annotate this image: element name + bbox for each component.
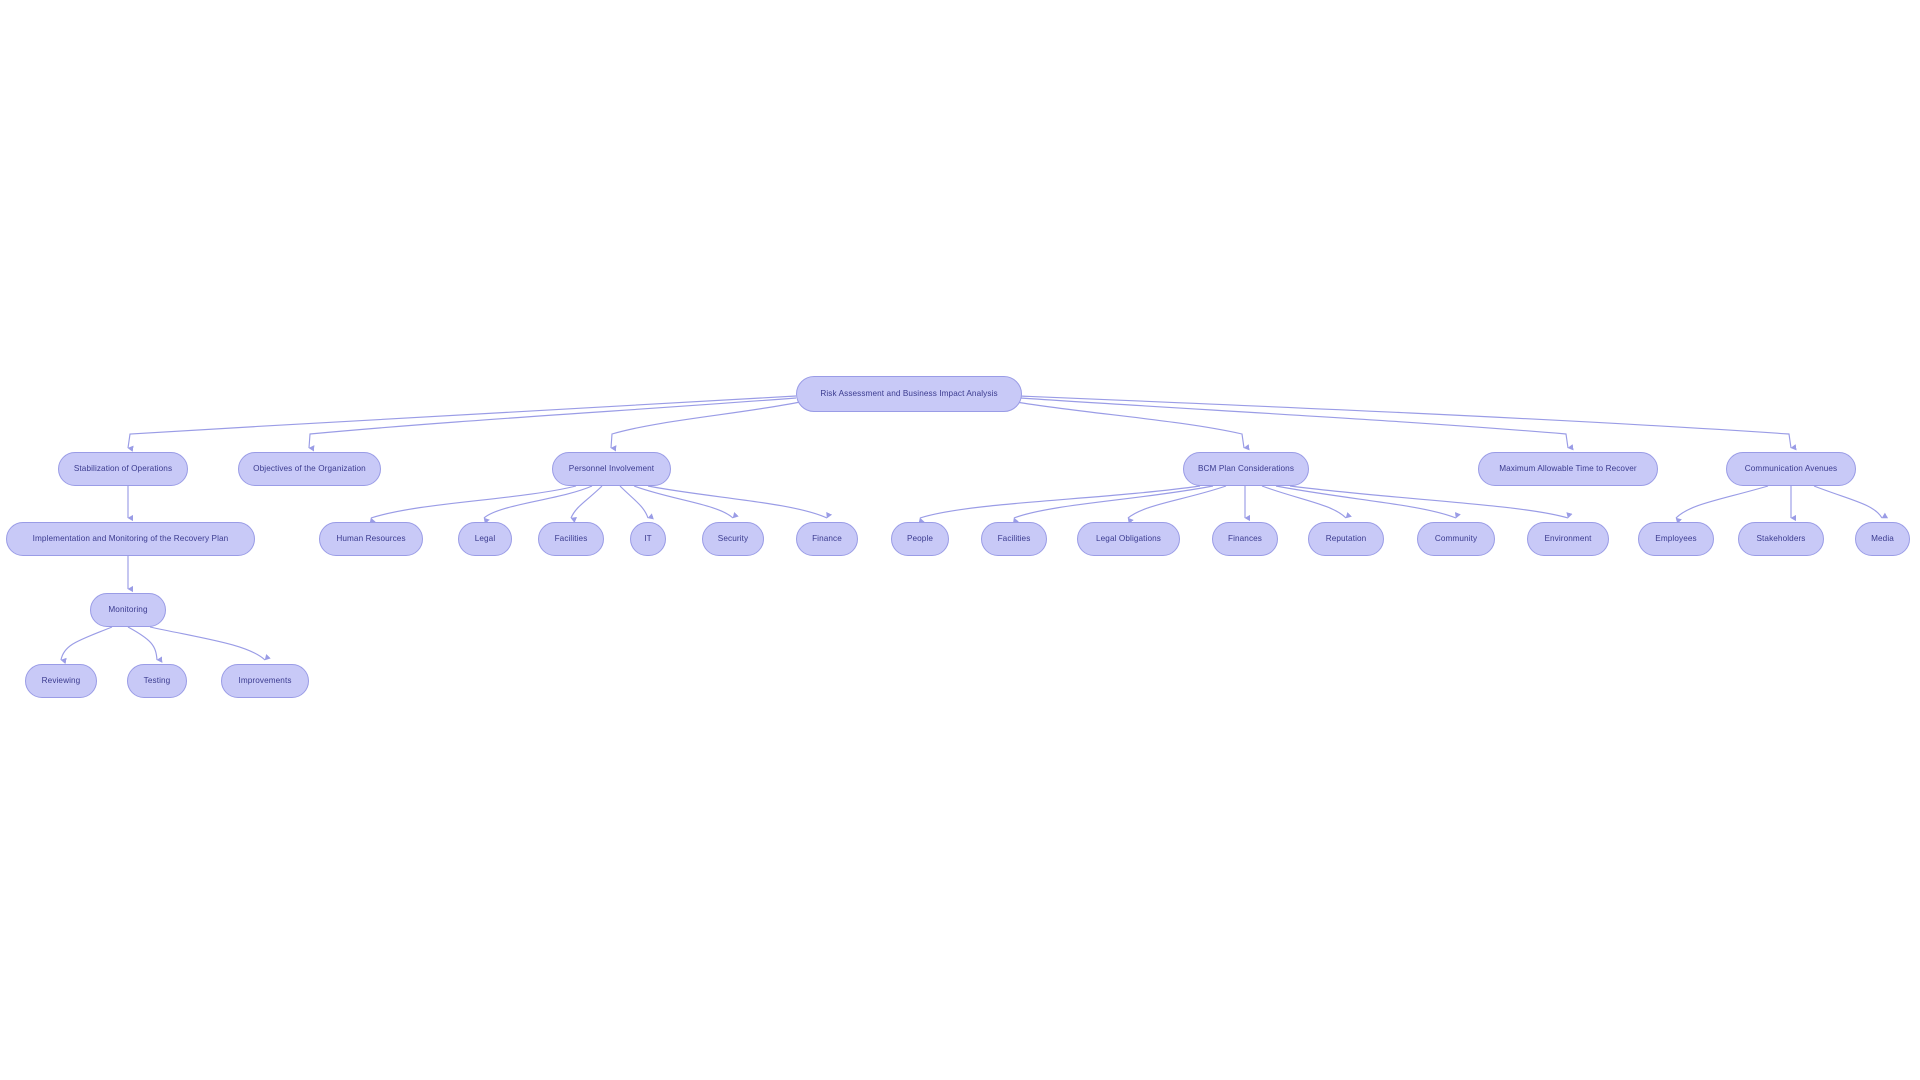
node-stake[interactable]: Stakeholders	[1738, 522, 1824, 556]
node-media[interactable]: Media	[1855, 522, 1910, 556]
node-label-legal: Legal	[474, 533, 496, 543]
node-label-bcm: BCM Plan Considerations	[1197, 463, 1295, 473]
node-monitoring[interactable]: Monitoring	[90, 593, 166, 627]
node-label-media: Media	[1871, 533, 1894, 543]
node-label-root: Risk Assessment and Business Impact Anal…	[820, 388, 998, 398]
node-label-pers: Personnel Involvement	[568, 463, 655, 473]
node-label-impl: Implementation and Monitoring of the Rec…	[32, 533, 229, 543]
node-label-rep: Reputation	[1325, 533, 1367, 543]
node-finances[interactable]: Finances	[1212, 522, 1278, 556]
node-stab[interactable]: Stabilization of Operations	[58, 452, 188, 486]
node-matr[interactable]: Maximum Allowable Time to Recover	[1478, 452, 1658, 486]
node-fac1[interactable]: Facilities	[538, 522, 604, 556]
node-people[interactable]: People	[891, 522, 949, 556]
node-fin[interactable]: Finance	[796, 522, 858, 556]
node-emp[interactable]: Employees	[1638, 522, 1714, 556]
node-label-stake: Stakeholders	[1756, 533, 1806, 543]
node-label-fac1: Facilities	[554, 533, 588, 543]
node-bcm[interactable]: BCM Plan Considerations	[1183, 452, 1309, 486]
node-reviewing[interactable]: Reviewing	[25, 664, 97, 698]
node-label-emp: Employees	[1655, 533, 1697, 543]
node-label-improvements: Improvements	[238, 675, 292, 685]
node-impl[interactable]: Implementation and Monitoring of the Rec…	[6, 522, 255, 556]
node-label-env: Environment	[1544, 533, 1592, 543]
node-label-hr: Human Resources	[336, 533, 406, 543]
node-label-matr: Maximum Allowable Time to Recover	[1499, 463, 1637, 473]
node-label-community: Community	[1434, 533, 1478, 543]
node-label-it: IT	[644, 533, 652, 543]
node-legal[interactable]: Legal	[458, 522, 512, 556]
node-root[interactable]: Risk Assessment and Business Impact Anal…	[796, 376, 1022, 412]
node-label-legob: Legal Obligations	[1096, 533, 1161, 543]
node-it[interactable]: IT	[630, 522, 666, 556]
node-fac2[interactable]: Facilities	[981, 522, 1047, 556]
node-hr[interactable]: Human Resources	[319, 522, 423, 556]
node-label-sec: Security	[717, 533, 749, 543]
node-pers[interactable]: Personnel Involvement	[552, 452, 671, 486]
node-sec[interactable]: Security	[702, 522, 764, 556]
node-rep[interactable]: Reputation	[1308, 522, 1384, 556]
node-layer: Risk Assessment and Business Impact Anal…	[0, 0, 1920, 1080]
node-label-reviewing: Reviewing	[41, 675, 81, 685]
node-obj[interactable]: Objectives of the Organization	[238, 452, 381, 486]
node-community[interactable]: Community	[1417, 522, 1495, 556]
node-improvements[interactable]: Improvements	[221, 664, 309, 698]
node-label-fac2: Facilities	[997, 533, 1031, 543]
node-label-monitoring: Monitoring	[108, 604, 148, 614]
node-label-fin: Finance	[812, 533, 842, 543]
node-label-people: People	[906, 533, 934, 543]
node-legob[interactable]: Legal Obligations	[1077, 522, 1180, 556]
flowchart-canvas: Risk Assessment and Business Impact Anal…	[0, 0, 1920, 1080]
node-comm[interactable]: Communication Avenues	[1726, 452, 1856, 486]
node-label-comm: Communication Avenues	[1744, 463, 1838, 473]
node-label-finances: Finances	[1227, 533, 1263, 543]
node-env[interactable]: Environment	[1527, 522, 1609, 556]
node-testing[interactable]: Testing	[127, 664, 187, 698]
node-label-testing: Testing	[143, 675, 171, 685]
node-label-obj: Objectives of the Organization	[253, 463, 366, 473]
node-label-stab: Stabilization of Operations	[73, 463, 173, 473]
